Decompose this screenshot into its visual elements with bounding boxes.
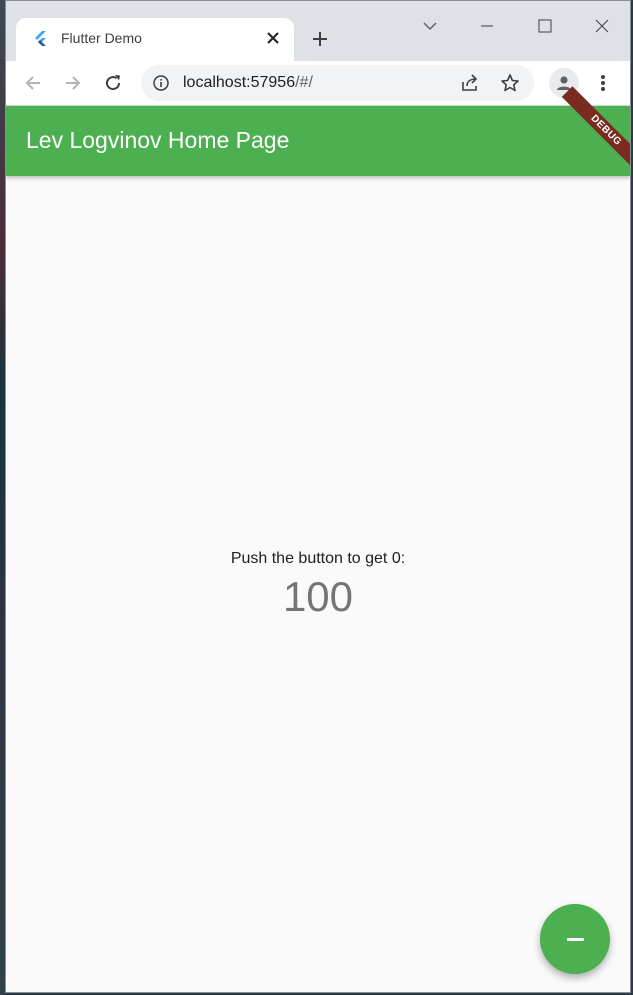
browser-toolbar: localhost:57956/#/ [6, 61, 630, 106]
share-icon[interactable] [458, 71, 482, 95]
flutter-logo-icon [32, 30, 50, 48]
browser-window: Flutter Demo localhost:57956/#/ Lev Logv… [5, 0, 631, 993]
app-bar: Lev Logvinov Home Page [6, 106, 630, 176]
chevron-down-icon[interactable] [415, 11, 445, 41]
address-bar[interactable]: localhost:57956/#/ [141, 65, 534, 101]
tab-title: Flutter Demo [61, 30, 142, 46]
tab-strip: Flutter Demo [6, 1, 630, 61]
minus-icon [566, 937, 584, 941]
arrow-left-icon[interactable] [18, 68, 48, 98]
url-host: localhost:57956 [183, 74, 296, 91]
star-icon[interactable] [498, 71, 522, 95]
tab-flutter-demo[interactable]: Flutter Demo [16, 18, 294, 61]
url-path: /#/ [295, 74, 313, 91]
maximize-icon[interactable] [530, 11, 560, 41]
decrement-button[interactable] [540, 904, 610, 974]
url-text: localhost:57956/#/ [183, 74, 313, 92]
info-icon[interactable] [151, 73, 171, 93]
arrow-right-icon[interactable] [58, 68, 88, 98]
minimize-icon[interactable] [472, 11, 502, 41]
counter-prompt: Push the button to get 0: [230, 550, 406, 567]
window-close-icon[interactable] [587, 11, 617, 41]
plus-icon[interactable] [308, 27, 332, 51]
kebab-menu-icon[interactable] [589, 68, 617, 98]
reload-icon[interactable] [98, 68, 128, 98]
page-title: Lev Logvinov Home Page [26, 127, 290, 153]
flutter-app: Lev Logvinov Home Page DEBUG Push the bu… [6, 86, 630, 992]
counter-value: 100 [282, 573, 354, 620]
close-icon[interactable] [262, 27, 284, 49]
